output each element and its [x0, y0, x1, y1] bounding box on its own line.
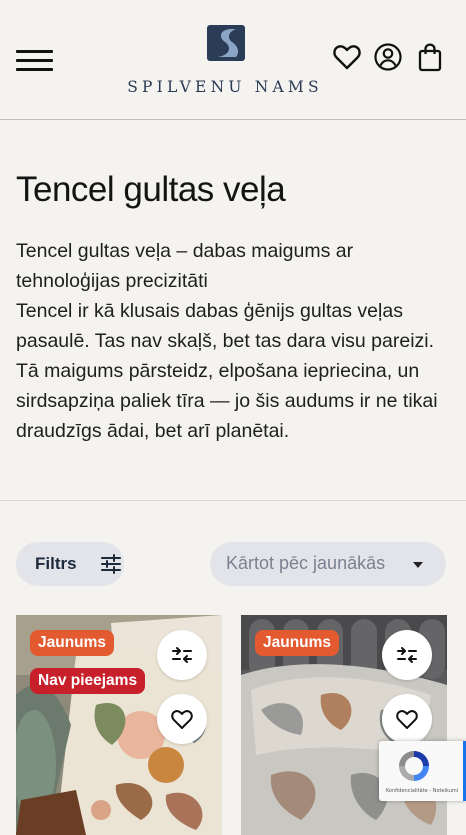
- badge-new: Jaunums: [30, 630, 115, 656]
- description-body: Tencel ir kā klusais dabas ģēnijs gultas…: [16, 300, 438, 442]
- cart-bag-icon[interactable]: [415, 42, 445, 72]
- account-user-icon[interactable]: [373, 42, 403, 72]
- recaptcha-badge[interactable]: Konfidencialitāte - Noteikumi: [379, 741, 466, 801]
- filter-label: Filtrs: [35, 554, 77, 573]
- page-title: Tencel gultas veļa: [16, 170, 286, 209]
- compare-button[interactable]: [157, 630, 207, 680]
- category-description: Tencel gultas veļa – dabas maigums ar te…: [16, 236, 456, 446]
- site-logo[interactable]: SPILVENU NAMS: [110, 24, 340, 100]
- recaptcha-icon: [399, 751, 429, 781]
- product-card[interactable]: Jaunums: [241, 615, 447, 835]
- wishlist-button[interactable]: [157, 694, 207, 744]
- badge-unavailable: Nav pieejams: [30, 668, 146, 694]
- wishlist-button[interactable]: [382, 694, 432, 744]
- section-divider: [0, 500, 466, 501]
- recaptcha-links[interactable]: Konfidencialitāte - Noteikumi: [381, 788, 463, 794]
- sort-select[interactable]: Kārtot pēc jaunākās: [210, 542, 446, 586]
- logo-text: SPILVENU NAMS: [127, 78, 323, 96]
- heart-icon: [171, 710, 193, 729]
- badge-new: Jaunums: [255, 630, 340, 656]
- compare-arrows-icon: [172, 647, 192, 663]
- filter-button[interactable]: Filtrs: [16, 542, 124, 586]
- chevron-down-icon: [413, 562, 423, 568]
- menu-icon[interactable]: [16, 48, 54, 74]
- logo-mark-icon: [207, 25, 245, 61]
- heart-icon: [396, 710, 418, 729]
- description-intro: Tencel gultas veļa – dabas maigums ar te…: [16, 240, 354, 292]
- sort-selected-value: Kārtot pēc jaunākās: [226, 553, 386, 573]
- site-header: SPILVENU NAMS: [0, 0, 466, 120]
- compare-arrows-icon: [397, 647, 417, 663]
- sliders-icon: [101, 554, 121, 574]
- product-card[interactable]: Jaunums Nav pieejams: [16, 615, 222, 835]
- compare-button[interactable]: [382, 630, 432, 680]
- wishlist-heart-icon[interactable]: [332, 42, 362, 72]
